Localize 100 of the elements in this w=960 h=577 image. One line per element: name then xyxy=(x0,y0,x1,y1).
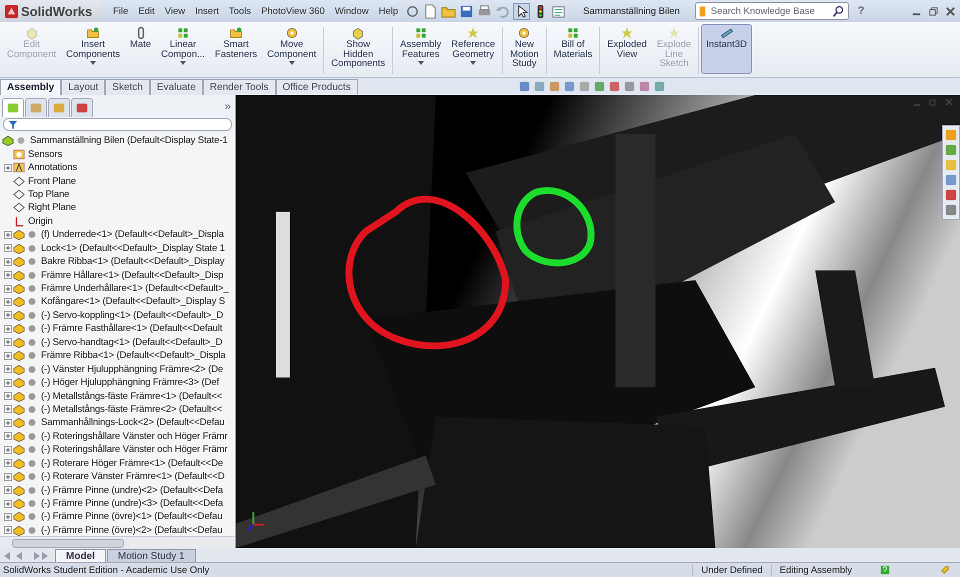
tree-item[interactable]: Origin xyxy=(0,214,235,228)
expand-panel-button[interactable]: » xyxy=(224,99,235,113)
tree-item[interactable]: Kofångare<1> (Default<<Default>_Display S xyxy=(0,295,235,309)
tree-item[interactable]: Right Plane xyxy=(0,201,235,215)
tree-item[interactable]: (-) Vänster Hjulupphängning Främre<2> (De xyxy=(0,362,235,376)
tree-item[interactable]: Främre Hållare<1> (Default<<Default>_Disp xyxy=(0,268,235,282)
expand-icon[interactable] xyxy=(4,365,12,374)
save-icon[interactable] xyxy=(459,4,474,18)
horizontal-scrollbar[interactable] xyxy=(0,536,235,548)
expand-icon[interactable] xyxy=(4,352,12,360)
menu-item[interactable]: File xyxy=(113,6,128,16)
tree-item[interactable]: (-) Höger Hjulupphängning Främre<3> (Def xyxy=(0,376,235,390)
expand-icon[interactable] xyxy=(4,338,12,346)
caret-icon[interactable] xyxy=(180,61,186,65)
expand-icon[interactable] xyxy=(4,500,12,508)
ribbon-command-button[interactable]: Show Hidden Components xyxy=(326,24,390,74)
command-tab[interactable]: Assembly xyxy=(0,79,62,95)
tree-item[interactable]: Front Plane xyxy=(0,174,235,188)
tree-item[interactable]: Främre Ribba<1> (Default<<Default>_Displa xyxy=(0,349,235,362)
options-icon[interactable] xyxy=(551,4,566,18)
task-pane-icon[interactable] xyxy=(945,189,957,201)
panel-tab[interactable] xyxy=(71,98,93,117)
expand-icon[interactable] xyxy=(4,298,12,306)
expand-icon[interactable] xyxy=(4,459,12,468)
expand-icon[interactable] xyxy=(4,258,12,266)
menu-item[interactable]: Tools xyxy=(228,6,252,16)
tree-item[interactable]: (-) Metallstångs-fäste Främre<2> (Default<< xyxy=(0,402,235,416)
command-tab[interactable]: Layout xyxy=(61,79,106,95)
pointer-icon[interactable] xyxy=(513,2,530,20)
view-tool-icon[interactable] xyxy=(608,80,621,93)
expand-icon[interactable] xyxy=(4,284,12,293)
model-tab[interactable]: Model xyxy=(55,549,106,562)
tree-item[interactable]: Top Plane xyxy=(0,188,235,202)
model-tab[interactable]: Motion Study 1 xyxy=(106,549,196,562)
search-icon[interactable] xyxy=(832,4,845,18)
menu-item[interactable]: Help xyxy=(378,6,398,16)
expand-icon[interactable] xyxy=(4,486,12,494)
print-icon[interactable] xyxy=(477,4,492,18)
caret-icon[interactable] xyxy=(288,61,295,65)
expand-icon[interactable] xyxy=(4,418,12,427)
tree-item[interactable]: (-) Främre Pinne (undre)<3> (Default<<Defa xyxy=(0,496,235,510)
tree-item[interactable]: (-) Främre Pinne (övre)<1> (Default<<Defau xyxy=(0,510,235,524)
command-tab[interactable]: Evaluate xyxy=(150,79,203,95)
expand-icon[interactable] xyxy=(4,311,12,320)
caret-icon[interactable] xyxy=(90,61,96,65)
ribbon-command-button[interactable]: Bill of Materials xyxy=(548,24,598,74)
command-tab[interactable]: Render Tools xyxy=(202,79,276,95)
tree-item[interactable]: (-) Roterare Vänster Främre<1> (Default<<D xyxy=(0,470,235,484)
filter-field[interactable] xyxy=(3,118,232,131)
tree-item[interactable]: Lock<1> (Default<<Default>_Display State 1 xyxy=(0,242,235,255)
search-field[interactable]: Search Knowledge Base xyxy=(694,2,849,20)
caret-icon[interactable] xyxy=(470,61,476,65)
restore-icon[interactable] xyxy=(928,6,939,16)
tree-item[interactable]: (-) Främre Fasthållare<1> (Default<<Default xyxy=(0,322,235,336)
tree-item[interactable]: Främre Underhållare<1> (Default<<Default>_ xyxy=(0,282,235,296)
menu-item[interactable]: Window xyxy=(334,6,369,16)
tree-item[interactable]: (-) Främre Pinne (undre)<2> (Default<<Defa xyxy=(0,483,235,497)
new-document-icon[interactable] xyxy=(423,4,438,18)
tree-item[interactable]: (-) Roterare Höger Främre<1> (Default<<De xyxy=(0,456,235,470)
command-tab[interactable]: Sketch xyxy=(105,79,150,95)
expand-icon[interactable] xyxy=(4,230,12,239)
menu-item[interactable]: PhotoView 360 xyxy=(261,6,325,16)
tree-item[interactable]: (-) Metallstångs-fäste Främre<1> (Default<< xyxy=(0,389,235,403)
menu-item[interactable]: Insert xyxy=(195,6,219,16)
expand-icon[interactable] xyxy=(4,324,12,333)
tree-item[interactable]: (-) Roteringshållare Vänster och Höger Främr xyxy=(0,443,235,456)
expand-icon[interactable] xyxy=(4,526,12,534)
tree-item[interactable]: Sammanställning Bilen (Default<Display State-1 xyxy=(0,134,235,148)
caret-icon[interactable] xyxy=(418,61,424,65)
help-button[interactable]: ? xyxy=(858,5,865,17)
expand-icon[interactable] xyxy=(4,446,12,454)
pin-icon[interactable] xyxy=(405,4,420,18)
tree-item[interactable]: (-) Roteringshållare Vänster och Höger Främr xyxy=(0,430,235,444)
command-tab[interactable]: Office Products xyxy=(276,79,358,95)
ribbon-command-button[interactable]: Instant3D xyxy=(701,24,752,74)
tree-item[interactable]: Annotations xyxy=(0,160,235,174)
expand-icon[interactable] xyxy=(4,392,12,400)
expand-icon[interactable] xyxy=(4,244,12,252)
ribbon-command-button[interactable]: Insert Components xyxy=(61,24,125,74)
tree-item[interactable]: (-) Servo-handtag<1> (Default<<Default>_D xyxy=(0,336,235,349)
view-tool-icon[interactable] xyxy=(518,80,531,93)
ribbon-command-button[interactable]: Linear Compon... xyxy=(156,24,210,74)
menu-item[interactable]: Edit xyxy=(138,6,155,16)
expand-icon[interactable] xyxy=(4,512,12,521)
close-icon[interactable] xyxy=(945,6,956,16)
ribbon-command-button[interactable]: Exploded View xyxy=(602,24,652,74)
tree-item[interactable]: (-) Servo-koppling<1> (Default<<Default>_D xyxy=(0,308,235,322)
ribbon-command-button[interactable]: Mate xyxy=(124,24,156,74)
tree-item[interactable]: Bakre Ribba<1> (Default<<Default>_Display xyxy=(0,254,235,268)
task-pane-icon[interactable] xyxy=(945,204,957,216)
expand-icon[interactable] xyxy=(4,432,12,440)
tree-item[interactable]: Sensors xyxy=(0,147,235,161)
expand-icon[interactable] xyxy=(4,378,12,387)
expand-icon[interactable] xyxy=(4,405,12,414)
ribbon-command-button[interactable]: Reference Geometry xyxy=(446,24,500,74)
ribbon-command-button[interactable]: New Motion Study xyxy=(505,24,544,74)
expand-icon[interactable] xyxy=(4,271,12,280)
tree-item[interactable]: (f) Underrede<1> (Default<<Default>_Displa xyxy=(0,228,235,242)
expand-icon[interactable] xyxy=(4,472,12,481)
ribbon-command-button[interactable]: Assembly Features xyxy=(395,24,446,74)
